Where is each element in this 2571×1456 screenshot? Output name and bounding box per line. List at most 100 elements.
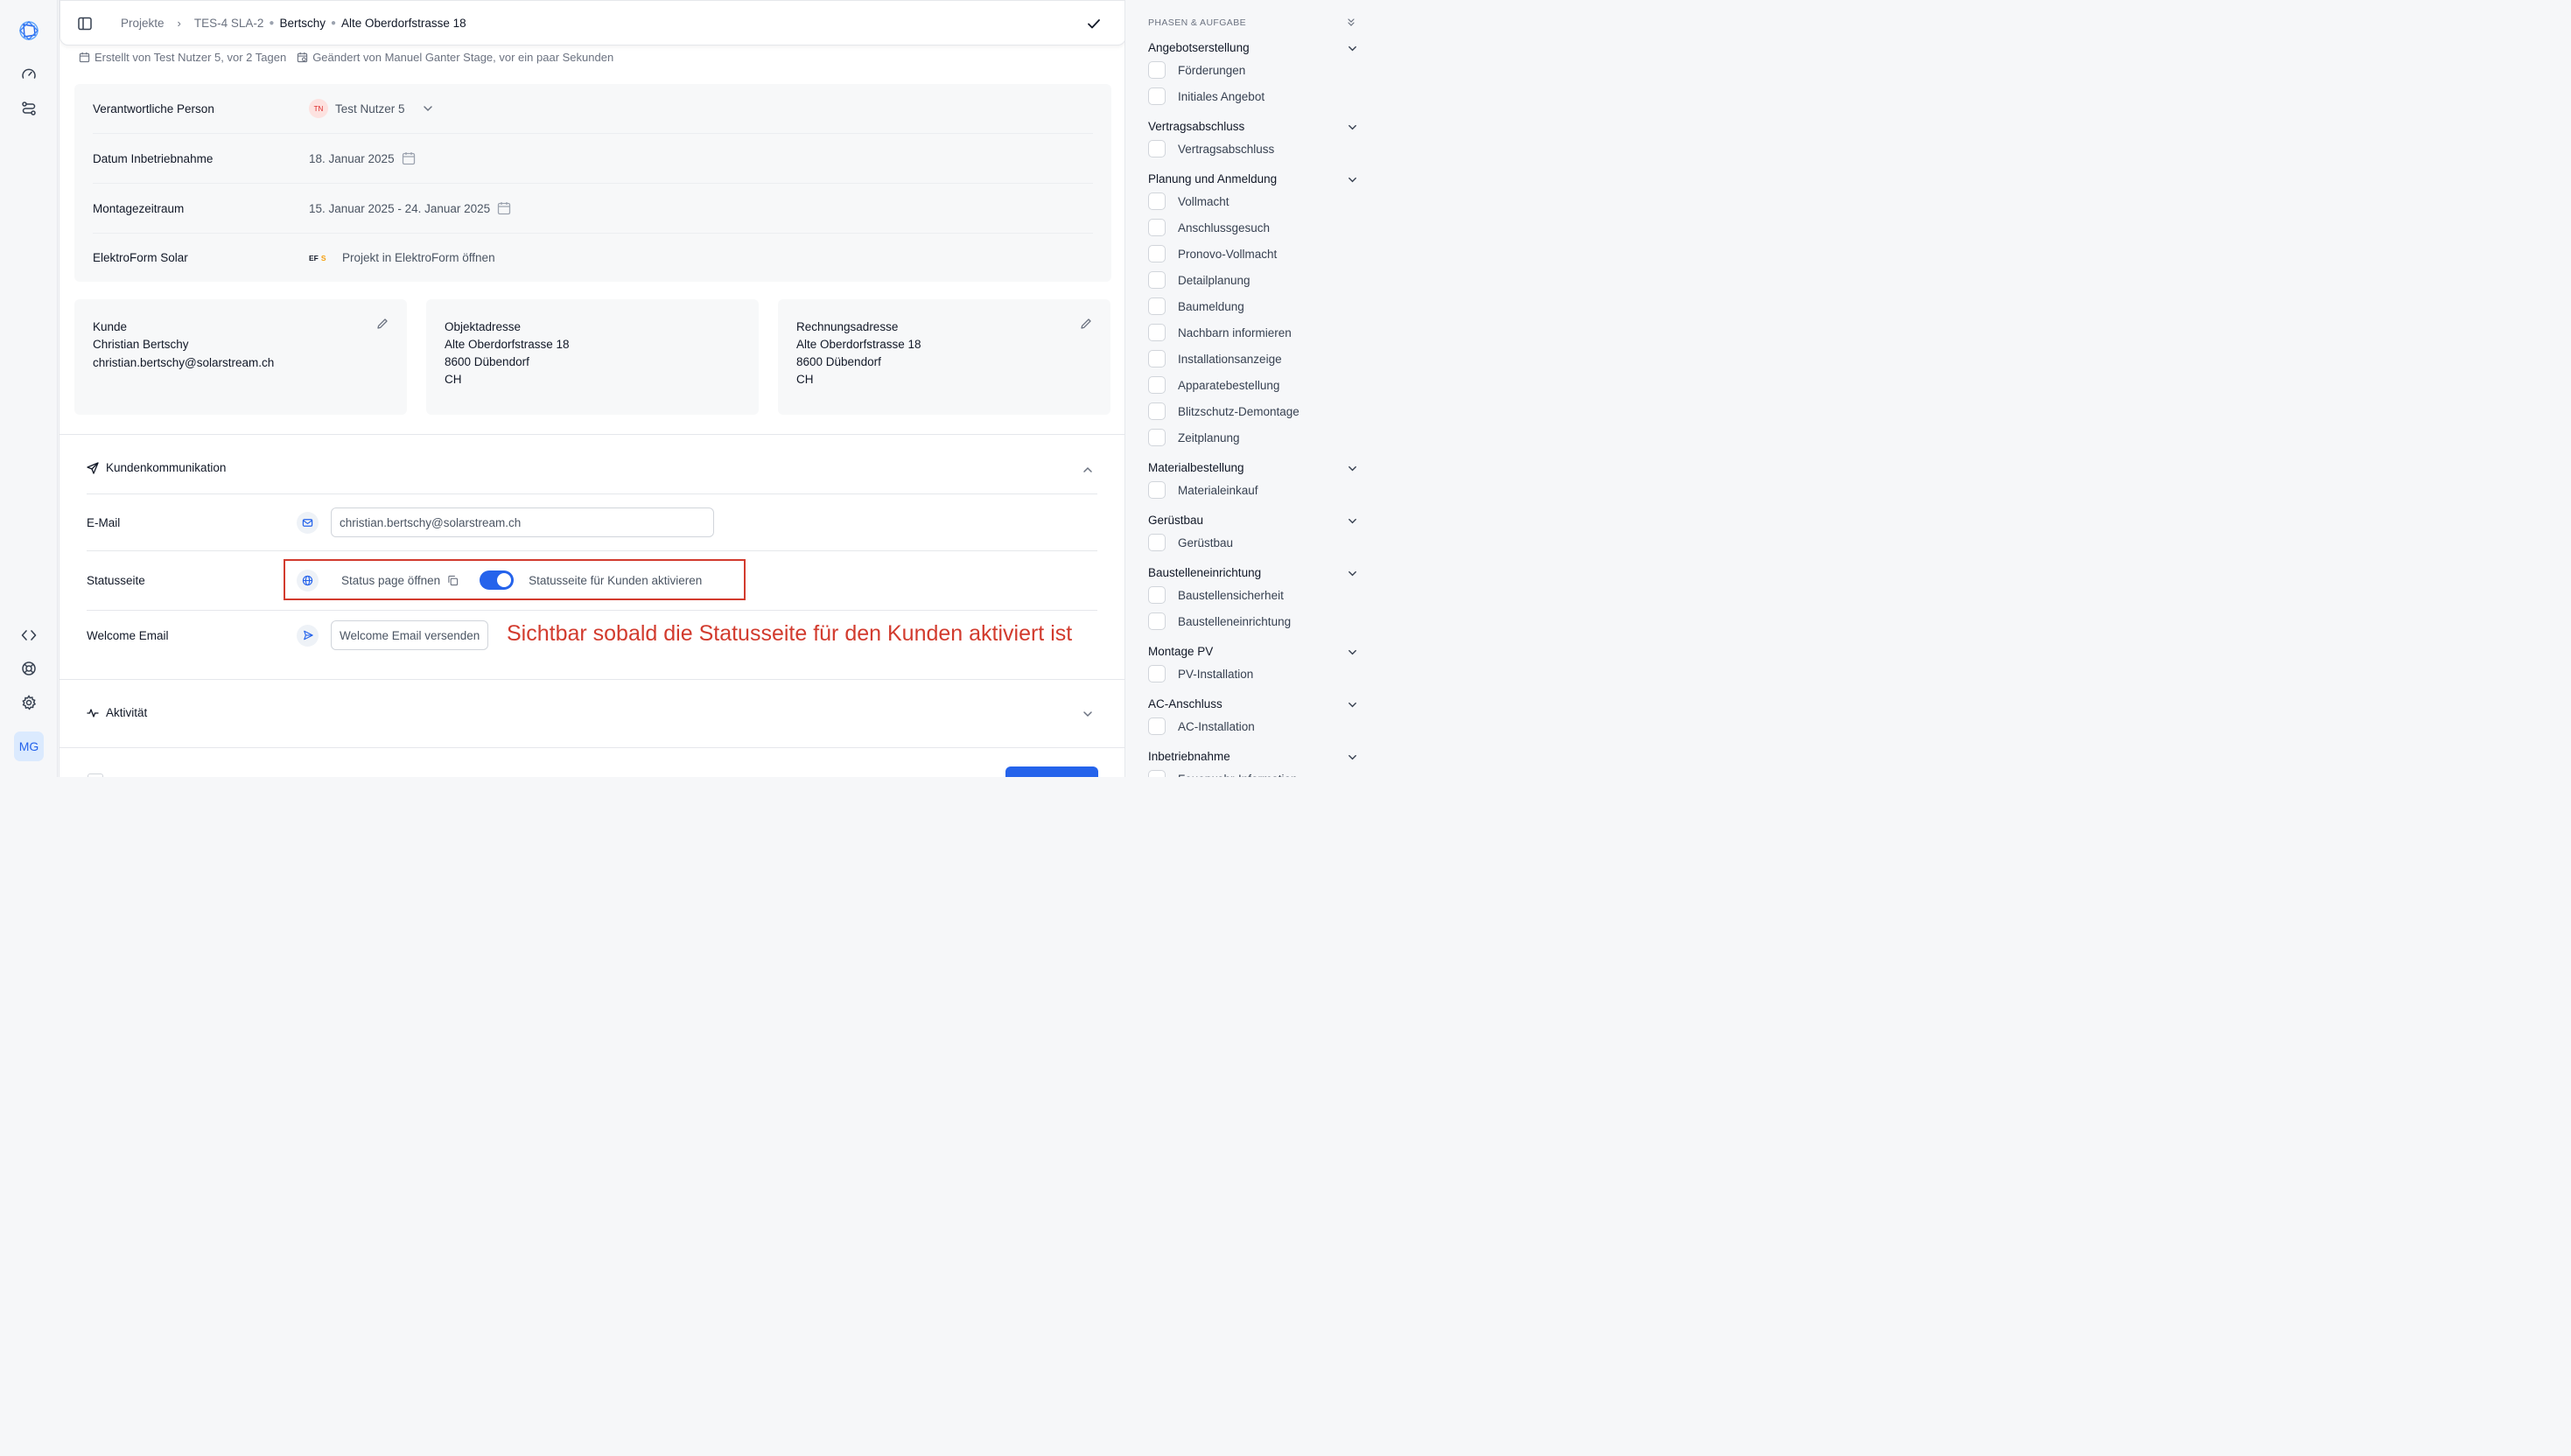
task-checkbox[interactable] <box>1148 481 1166 499</box>
chevron-down-icon[interactable] <box>1347 43 1358 54</box>
elektroform-link-text: Projekt in ElektroForm öffnen <box>342 251 495 264</box>
sidebar-toggle-icon[interactable] <box>76 15 94 32</box>
send-icon <box>297 624 319 647</box>
task-item: Baumeldung <box>1148 298 1244 315</box>
task-checkbox[interactable] <box>1148 534 1166 551</box>
chevron-down-icon[interactable] <box>1347 647 1358 658</box>
modified-info: Geändert von Manuel Ganter Stage, vor ei… <box>312 51 614 64</box>
task-checkbox[interactable] <box>1148 271 1166 289</box>
phase-header[interactable]: AC-Anschluss <box>1148 697 1358 710</box>
activity-section-header[interactable]: Aktivität <box>87 706 147 719</box>
task-checkbox[interactable] <box>1148 718 1166 735</box>
task-checkbox[interactable] <box>1148 586 1166 604</box>
task-label: Pronovo-Vollmacht <box>1178 247 1278 261</box>
task-label: Förderungen <box>1178 63 1246 77</box>
user-avatar[interactable]: MG <box>14 732 44 761</box>
breadcrumb-projects[interactable]: Projekte <box>121 17 165 30</box>
dashboard-gauge-icon[interactable] <box>18 64 39 85</box>
chevron-down-icon[interactable] <box>1347 463 1358 474</box>
field-row-assembly: Montagezeitraum 15. Januar 2025 - 24. Ja… <box>93 184 1093 234</box>
task-label: Blitzschutz-Demontage <box>1178 404 1300 418</box>
task-checkbox[interactable] <box>1148 612 1166 630</box>
communication-title: Kundenkommunikation <box>106 461 227 474</box>
task-item: Vertragsabschluss <box>1148 140 1274 158</box>
chevron-down-icon[interactable] <box>1347 174 1358 186</box>
activity-pulse-icon <box>87 708 99 718</box>
task-checkbox[interactable] <box>1148 402 1166 420</box>
top-bar: Projekte › TES-4 SLA-2 ● Bertschy ● Alte… <box>60 0 1124 46</box>
communication-section-header[interactable]: Kundenkommunikation <box>87 461 226 474</box>
task-label: Baustellensicherheit <box>1178 588 1284 602</box>
task-label: AC-Installation <box>1178 719 1255 733</box>
annotation-text: Sichtbar sobald die Statusseite für den … <box>507 621 1073 646</box>
task-checkbox[interactable] <box>1148 61 1166 79</box>
task-checkbox[interactable] <box>1148 350 1166 368</box>
bottom-checkbox[interactable] <box>88 774 103 777</box>
task-checkbox[interactable] <box>1148 770 1166 777</box>
phase-header[interactable]: Inbetriebnahme <box>1148 750 1358 763</box>
chevron-down-icon[interactable] <box>1347 699 1358 710</box>
task-checkbox[interactable] <box>1148 324 1166 341</box>
welcome-email-label: Welcome Email <box>87 628 169 642</box>
task-label: Gerüstbau <box>1178 536 1234 550</box>
breadcrumb-project-id[interactable]: TES-4 SLA-2 <box>194 17 264 30</box>
customer-name: Christian Bertschy <box>93 338 189 351</box>
send-welcome-email-button[interactable]: Welcome Email versenden <box>331 620 489 650</box>
elektroform-link[interactable]: EF S Projekt in ElektroForm öffnen <box>309 249 495 267</box>
task-item: Blitzschutz-Demontage <box>1148 402 1300 420</box>
edit-pencil-icon[interactable] <box>375 317 389 331</box>
bottom-primary-button[interactable] <box>1005 766 1098 777</box>
phase-header[interactable]: Planung und Anmeldung <box>1148 172 1358 186</box>
task-checkbox[interactable] <box>1148 376 1166 394</box>
task-checkbox[interactable] <box>1148 298 1166 315</box>
task-checkbox[interactable] <box>1148 88 1166 105</box>
phase-header[interactable]: Baustelleneinrichtung <box>1148 566 1358 579</box>
task-checkbox[interactable] <box>1148 192 1166 210</box>
phase-header[interactable]: Montage PV <box>1148 645 1358 658</box>
chevron-down-icon[interactable] <box>1347 752 1358 763</box>
task-item: Baustellensicherheit <box>1148 586 1284 604</box>
divider <box>60 747 1124 748</box>
task-checkbox[interactable] <box>1148 245 1166 262</box>
task-label: Detailplanung <box>1178 273 1250 287</box>
phase-header[interactable]: Angebotserstellung <box>1148 41 1358 54</box>
collapse-all-chevron-icon[interactable] <box>1346 17 1356 27</box>
task-label: Initiales Angebot <box>1178 89 1265 103</box>
field-row-commissioning: Datum Inbetriebnahme 18. Januar 2025 <box>93 134 1093 184</box>
task-label: Baumeldung <box>1178 299 1244 313</box>
code-icon[interactable] <box>18 625 39 646</box>
card-title: Rechnungsadresse <box>796 320 899 333</box>
field-label: Datum Inbetriebnahme <box>93 151 214 165</box>
chevron-up-icon[interactable] <box>1081 463 1095 477</box>
app-logo-icon[interactable] <box>17 18 41 43</box>
task-checkbox[interactable] <box>1148 140 1166 158</box>
task-checkbox[interactable] <box>1148 665 1166 682</box>
chevron-down-icon[interactable] <box>1347 568 1358 579</box>
task-item: Materialeinkauf <box>1148 481 1258 499</box>
commissioning-date-picker[interactable]: 18. Januar 2025 <box>309 151 416 165</box>
chevron-down-icon[interactable] <box>1347 122 1358 133</box>
workflow-icon[interactable] <box>18 98 39 119</box>
task-checkbox[interactable] <box>1148 219 1166 236</box>
edit-pencil-icon[interactable] <box>1079 317 1093 331</box>
chevron-down-icon[interactable] <box>1081 707 1095 721</box>
chevron-down-icon[interactable] <box>1347 515 1358 527</box>
highlight-box <box>284 559 746 600</box>
phase-header[interactable]: Vertragsabschluss <box>1148 120 1358 133</box>
task-checkbox[interactable] <box>1148 429 1166 446</box>
customer-email: christian.bertschy@solarstream.ch <box>93 356 275 369</box>
assembly-range-picker[interactable]: 15. Januar 2025 - 24. Januar 2025 <box>309 201 511 215</box>
settings-gear-icon[interactable] <box>18 692 39 713</box>
help-lifebuoy-icon[interactable] <box>18 658 39 679</box>
phase-header[interactable]: Gerüstbau <box>1148 514 1358 527</box>
phase-header[interactable]: Materialbestellung <box>1148 461 1358 474</box>
email-input[interactable] <box>331 508 714 537</box>
divider <box>87 610 1097 611</box>
user-initials-badge: TN <box>309 99 328 118</box>
phase-title: Materialbestellung <box>1148 461 1244 474</box>
object-street: Alte Oberdorfstrasse 18 <box>445 338 570 351</box>
responsible-person-select[interactable]: TN Test Nutzer 5 <box>309 99 434 118</box>
project-fields: Verantwortliche Person TN Test Nutzer 5 … <box>74 84 1111 282</box>
breadcrumb-customer: Bertschy <box>279 17 326 30</box>
confirm-check-icon[interactable] <box>1085 15 1103 32</box>
